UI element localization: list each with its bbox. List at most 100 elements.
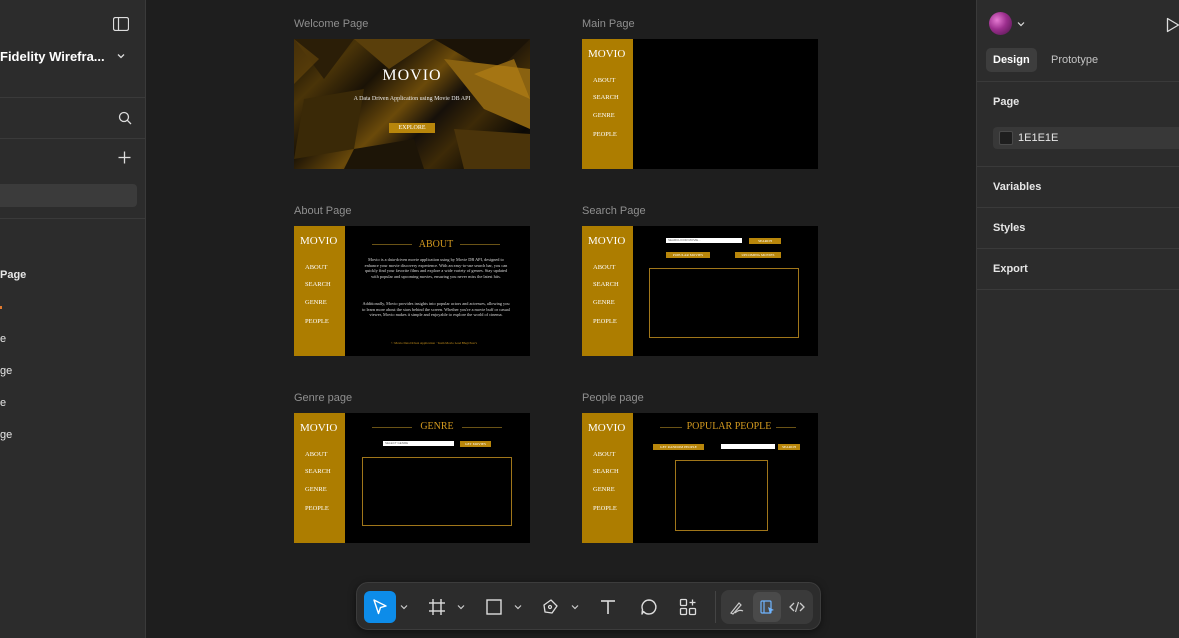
frame-label-search[interactable]: Search Page (582, 205, 646, 217)
nav-search[interactable]: SEARCH (305, 468, 331, 475)
layer-item[interactable]: ge (0, 429, 12, 441)
layer-indicator (0, 306, 2, 309)
nav-about[interactable]: ABOUT (593, 77, 615, 84)
frame-genre-page[interactable]: MOVIO ABOUT SEARCH GENRE PEOPLE GENRE SE… (294, 413, 530, 543)
move-tool-button[interactable] (364, 591, 396, 623)
people-search-button[interactable]: SEARCH (778, 444, 800, 450)
nav-search[interactable]: SEARCH (305, 281, 331, 288)
welcome-title: MOVIO (382, 67, 442, 84)
nav-genre[interactable]: GENRE (593, 112, 615, 119)
search-input[interactable]: SEARCH FOR MOVIE... (666, 238, 742, 243)
frame-label-genre[interactable]: Genre page (294, 392, 352, 404)
tab-prototype[interactable]: Prototype (1044, 48, 1105, 72)
about-paragraph-2: Additionally, Movio provides insights in… (362, 301, 510, 318)
nav-search[interactable]: SEARCH (593, 468, 619, 475)
text-tool-button[interactable] (592, 591, 624, 623)
color-swatch[interactable] (999, 131, 1013, 145)
random-people-button[interactable]: GET RANDOM PEOPLE (653, 444, 704, 450)
design-mode-button[interactable] (753, 592, 781, 622)
cursor-icon (373, 599, 387, 615)
bottom-toolbar (356, 582, 821, 630)
heading-rule (462, 427, 502, 428)
movio-sidebar: MOVIO ABOUT SEARCH GENRE PEOPLE (582, 226, 633, 356)
add-page-icon[interactable] (118, 151, 131, 164)
nav-search[interactable]: SEARCH (593, 94, 619, 101)
layer-item[interactable]: e (0, 333, 6, 345)
selected-page-row[interactable] (0, 184, 137, 207)
frame-about-page[interactable]: MOVIO ABOUT SEARCH GENRE PEOPLE ABOUT Mo… (294, 226, 530, 356)
popular-movies-button[interactable]: POPULAR MOVIES (666, 252, 710, 258)
frame-tool-button[interactable] (421, 591, 453, 623)
get-movies-button[interactable]: GET MOVIES (460, 441, 491, 447)
nav-genre[interactable]: GENRE (305, 299, 327, 306)
dev-mode-button[interactable] (783, 592, 811, 622)
nav-people[interactable]: PEOPLE (305, 318, 329, 325)
explore-button[interactable]: EXPLORE (389, 123, 435, 133)
genre-heading: GENRE (420, 421, 454, 432)
design-icon (760, 600, 774, 614)
people-search-input[interactable] (721, 444, 775, 449)
frame-welcome-page[interactable]: MOVIO A Data Driven Application using Mo… (294, 39, 530, 169)
frame-main-page[interactable]: MOVIO ABOUT SEARCH GENRE PEOPLE (582, 39, 818, 169)
file-title[interactable]: Fidelity Wirefra... (0, 49, 105, 64)
frame-label-about[interactable]: About Page (294, 205, 352, 217)
pen-icon (543, 599, 558, 614)
welcome-subtitle: A Data Driven Application using Movie DB… (353, 96, 471, 102)
page-color-field[interactable]: 1E1E1E (993, 127, 1179, 149)
actions-tool-button[interactable] (672, 591, 704, 623)
frame-people-page[interactable]: MOVIO ABOUT SEARCH GENRE PEOPLE POPULAR … (582, 413, 818, 543)
mode-switcher (721, 590, 813, 624)
chevron-down-icon[interactable] (1017, 21, 1025, 27)
movio-logo: MOVIO (300, 235, 338, 247)
nav-about[interactable]: ABOUT (593, 264, 615, 271)
text-icon (601, 600, 615, 614)
sidebar-toggle-icon[interactable] (113, 17, 129, 31)
chevron-down-icon[interactable] (514, 604, 522, 610)
styles-section[interactable]: Styles (993, 222, 1025, 234)
frame-search-page[interactable]: MOVIO ABOUT SEARCH GENRE PEOPLE SEARCH F… (582, 226, 818, 356)
shape-tool-button[interactable] (478, 591, 510, 623)
nav-people[interactable]: PEOPLE (593, 131, 617, 138)
people-results-container (675, 460, 768, 531)
layer-item[interactable]: ge (0, 365, 12, 377)
draw-icon (730, 602, 744, 615)
export-section[interactable]: Export (993, 263, 1028, 275)
frame-label-people[interactable]: People page (582, 392, 644, 404)
toolbar-separator (715, 591, 716, 623)
search-icon[interactable] (118, 111, 132, 125)
search-button[interactable]: SEARCH (749, 238, 781, 244)
page-color-hex[interactable]: 1E1E1E (1018, 127, 1058, 149)
nav-genre[interactable]: GENRE (305, 486, 327, 493)
nav-search[interactable]: SEARCH (593, 281, 619, 288)
comment-tool-button[interactable] (633, 591, 665, 623)
frame-label-main[interactable]: Main Page (582, 18, 635, 30)
nav-about[interactable]: ABOUT (593, 451, 615, 458)
nav-people[interactable]: PEOPLE (593, 318, 617, 325)
nav-people[interactable]: PEOPLE (593, 505, 617, 512)
chevron-down-icon[interactable] (571, 604, 579, 610)
layer-item[interactable]: Page (0, 269, 26, 281)
tab-design[interactable]: Design (986, 48, 1037, 72)
nav-people[interactable]: PEOPLE (305, 505, 329, 512)
upcoming-movies-button[interactable]: UPCOMING MOVIES (735, 252, 781, 258)
nav-genre[interactable]: GENRE (593, 299, 615, 306)
draw-mode-button[interactable] (723, 592, 751, 622)
layer-item[interactable]: e (0, 397, 6, 409)
variables-section[interactable]: Variables (993, 181, 1041, 193)
chevron-down-icon[interactable] (400, 604, 408, 610)
genre-select[interactable]: SELECT GENRE (383, 441, 454, 446)
user-avatar[interactable] (989, 12, 1012, 35)
file-menu-chevron-icon[interactable] (116, 51, 126, 61)
frame-label-welcome[interactable]: Welcome Page (294, 18, 368, 30)
divider (977, 166, 1179, 167)
nav-about[interactable]: ABOUT (305, 451, 327, 458)
present-play-icon[interactable] (1166, 17, 1179, 33)
nav-genre[interactable]: GENRE (593, 486, 615, 493)
pen-tool-button[interactable] (535, 591, 567, 623)
heading-rule (460, 244, 500, 245)
nav-about[interactable]: ABOUT (305, 264, 327, 271)
movio-logo: MOVIO (300, 422, 338, 434)
layers-panel: Fidelity Wirefra... Page e ge e ge (0, 0, 146, 638)
heading-rule (372, 244, 412, 245)
chevron-down-icon[interactable] (457, 604, 465, 610)
